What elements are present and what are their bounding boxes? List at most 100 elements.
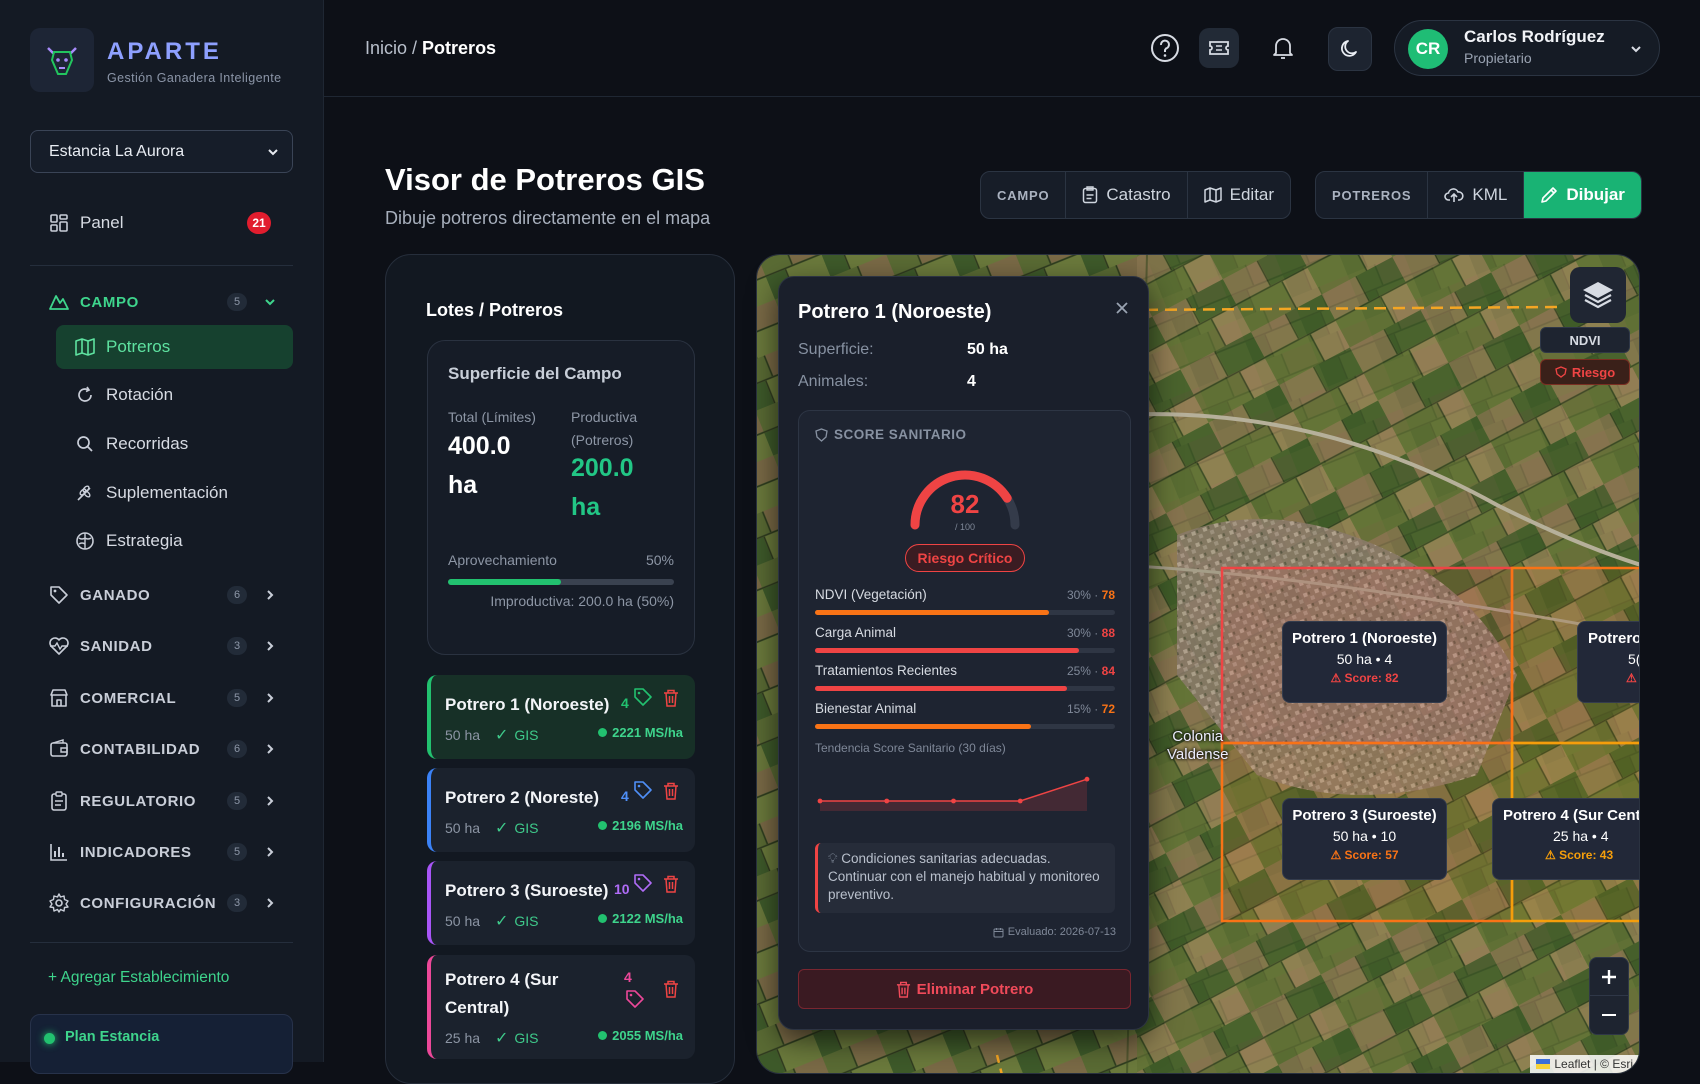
metric-weight-value: 30% · 78 <box>1067 588 1115 602</box>
search-icon <box>74 433 96 455</box>
brand-logo[interactable] <box>30 28 94 92</box>
check-icon: ✓ <box>495 820 509 837</box>
ms-value: 2055 MS/ha <box>612 1028 683 1043</box>
trash-icon[interactable] <box>663 689 679 707</box>
sidebar-section-sanidad[interactable]: SANIDAD 3 <box>30 624 293 668</box>
zoom-out-button[interactable] <box>1590 996 1628 1034</box>
sidebar-section-ganado[interactable]: GANADO 6 <box>30 573 293 617</box>
sidebar-section-configuracion[interactable]: CONFIGURACIÓN 3 <box>30 881 293 925</box>
gis-status: ✓ GIS <box>495 818 539 838</box>
ndvi-toggle[interactable]: NDVI <box>1540 327 1630 353</box>
map-potrero-label-1[interactable]: Potrero 1 (Noroeste) 50 ha • 4 ⚠ Score: … <box>1282 621 1447 703</box>
superficie-label: Superficie: <box>798 341 874 358</box>
tag-icon <box>48 584 70 606</box>
potrero-animal-count: 4 <box>621 695 629 711</box>
riesgo-toggle[interactable]: Riesgo <box>1540 359 1630 385</box>
metric-fill <box>815 648 1079 653</box>
trash-icon[interactable] <box>663 980 679 998</box>
animales-value: 4 <box>967 373 976 390</box>
notification-badge: 21 <box>247 212 271 234</box>
clipboard-icon <box>1083 186 1098 204</box>
gis-status: ✓ GIS <box>495 911 539 931</box>
catastro-button[interactable]: Catastro <box>1066 172 1188 218</box>
potrero-name: Potrero 1 (Noroeste) <box>445 695 610 714</box>
trend-point <box>951 798 956 804</box>
theme-toggle-button[interactable] <box>1328 27 1372 71</box>
sidebar-section-indicadores[interactable]: INDICADORES 5 <box>30 830 293 874</box>
toolbar-tag: CAMPO <box>981 172 1067 218</box>
ms-value: 2122 MS/ha <box>612 911 683 926</box>
layer-control-button[interactable] <box>1570 267 1626 323</box>
estancia-select[interactable]: Estancia La Aurora <box>30 130 293 173</box>
grid-icon <box>48 212 70 234</box>
help-button[interactable] <box>1145 28 1185 68</box>
potrero-card-1[interactable]: Potrero 1 (Noroeste) 4 50 ha ✓ GIS 2221 M… <box>427 675 695 759</box>
sidebar-section-campo[interactable]: CAMPO 5 <box>30 280 293 324</box>
breadcrumb: Inicio / Potreros <box>365 38 496 59</box>
shield-icon <box>1555 366 1567 378</box>
sidebar-item-panel[interactable]: Panel 21 <box>30 201 293 245</box>
metric-value: 88 <box>1101 626 1115 640</box>
shield-icon <box>815 427 828 442</box>
editar-button[interactable]: Editar <box>1188 172 1290 218</box>
chevron-down-icon <box>268 148 278 155</box>
status-dot <box>598 821 608 830</box>
potrero-card-4[interactable]: Potrero 4 (Sur Central) 4 25 ha ✓ GIS 205… <box>427 955 695 1059</box>
sidebar-section-regulatorio[interactable]: REGULATORIO 5 <box>30 779 293 823</box>
animales-label: Animales: <box>798 373 869 390</box>
sidebar-item-label: Suplementación <box>106 483 228 502</box>
heart-pulse-icon <box>48 635 70 657</box>
notifications-button[interactable] <box>1263 28 1303 68</box>
label-score: ⚠ Score: 82 <box>1330 671 1399 685</box>
breadcrumb-root[interactable]: Inicio / <box>365 38 417 58</box>
delete-potrero-button[interactable]: Eliminar Potrero <box>798 969 1131 1009</box>
metric-name: Carga Animal <box>815 625 897 640</box>
trash-icon[interactable] <box>663 875 679 893</box>
potrero-card-3[interactable]: Potrero 3 (Suroeste) 10 50 ha ✓ GIS 2122 … <box>427 861 695 945</box>
user-menu[interactable]: CR Carlos Rodríguez Propietario <box>1394 20 1660 76</box>
tag-icon[interactable] <box>633 873 653 893</box>
section-label: GANADO <box>80 586 151 604</box>
sidebar-section-comercial[interactable]: COMERCIAL 5 <box>30 676 293 720</box>
tag-icon[interactable] <box>633 687 653 707</box>
sidebar-item-estrategia[interactable]: Estrategia <box>56 519 293 563</box>
sidebar-section-contabilidad[interactable]: CONTABILIDAD 6 <box>30 727 293 771</box>
metric-value: 84 <box>1101 664 1115 678</box>
tag-icon[interactable] <box>633 780 653 800</box>
sidebar-item-suplementacion[interactable]: Suplementación <box>56 471 293 515</box>
plan-card[interactable]: Plan Estancia <box>30 1014 293 1074</box>
close-icon[interactable] <box>1115 301 1129 315</box>
label-score: ⚠ Score: 57 <box>1330 848 1399 862</box>
dibujar-button[interactable]: Dibujar <box>1524 172 1641 218</box>
map-potrero-label-4[interactable]: Potrero 4 (Sur Cent 25 ha • 4 ⚠ Score: 4… <box>1492 798 1639 880</box>
kml-button[interactable]: KML <box>1428 172 1525 218</box>
trash-icon <box>896 981 910 998</box>
map-potrero-label-3[interactable]: Potrero 3 (Suroeste) 50 ha • 10 ⚠ Score:… <box>1282 798 1447 880</box>
zoom-in-button[interactable] <box>1590 958 1628 996</box>
divider <box>30 942 293 943</box>
label-name: Potrero 3 (Suroeste) <box>1292 807 1437 824</box>
pencil-icon <box>1541 187 1558 203</box>
trash-icon[interactable] <box>663 782 679 800</box>
ticket-button[interactable] <box>1199 28 1239 68</box>
sidebar-item-potreros[interactable]: Potreros <box>56 325 293 369</box>
map-attribution[interactable]: Leaflet | © Esri <box>1530 1055 1639 1073</box>
map-potrero-label-2[interactable]: Potrero 5( ⚠ <box>1577 621 1639 703</box>
potrero-name-line1: Potrero 4 (Sur <box>445 970 559 989</box>
bell-icon <box>1273 38 1293 59</box>
toolbar-tag: POTREROS <box>1316 172 1429 218</box>
sidebar-item-rotacion[interactable]: Rotación <box>56 373 293 417</box>
potrero-card-2[interactable]: Potrero 2 (Noreste) 4 50 ha ✓ GIS 2196 MS… <box>427 768 695 852</box>
plus-icon <box>1602 969 1616 984</box>
section-count: 5 <box>227 843 247 861</box>
section-label: CAMPO <box>80 293 139 311</box>
add-establishment-link[interactable]: + Agregar Establecimiento <box>48 969 229 987</box>
user-name: Carlos Rodríguez <box>1464 27 1605 46</box>
evaluated-text: Evaluado: 2026-07-13 <box>1007 926 1116 938</box>
section-label: SANIDAD <box>80 637 153 655</box>
metric-track <box>815 724 1115 729</box>
tag-icon[interactable] <box>625 989 645 1009</box>
trend-area <box>820 779 1087 811</box>
sidebar: APARTE Gestión Ganadera Inteligente Esta… <box>0 0 324 1074</box>
sidebar-item-recorridas[interactable]: Recorridas <box>56 422 293 466</box>
